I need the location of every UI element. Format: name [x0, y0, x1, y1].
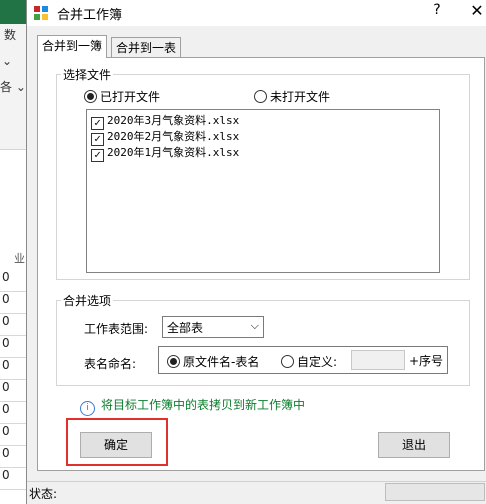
info-text: 将目标工作簿中的表拷贝到新工作簿中 — [101, 398, 306, 412]
radio-label: 自定义: — [297, 355, 338, 369]
range-select[interactable]: 全部表 ⌵ — [162, 316, 264, 338]
file-name: 2020年1月气象资料.xlsx — [107, 146, 240, 159]
radio-selected-icon — [167, 355, 180, 368]
info-line: i 将目标工作簿中的表拷贝到新工作簿中 — [80, 396, 305, 416]
group-legend: 选择文件 — [63, 68, 112, 82]
radio-selected-icon — [84, 90, 97, 103]
file-name: 2020年3月气象资料.xlsx — [107, 114, 240, 127]
radio-open-files[interactable]: 已打开文件 — [84, 88, 160, 105]
chevron-down-icon: ⌵ — [250, 319, 259, 332]
tab-merge-to-workbook[interactable]: 合并到一簿 — [37, 35, 108, 58]
range-label: 工作表范围: — [84, 322, 149, 336]
list-item[interactable]: ✓ 2020年3月气象资料.xlsx — [91, 112, 240, 130]
ok-button[interactable]: 确定 — [80, 432, 152, 458]
tab-panel: 选择文件 已打开文件 未打开文件 ✓ 2020年3月气象资料.xlsx ✓ 2020… — [37, 57, 485, 471]
ribbon-fragment: 数 — [4, 28, 17, 42]
custom-name-input[interactable] — [351, 350, 405, 370]
radio-label: 原文件名-表名 — [183, 355, 260, 369]
radio-custom-name[interactable]: 自定义: — [281, 353, 337, 370]
title-bar: 合并工作簿 ? ✕ — [27, 0, 486, 26]
row-number: 0 — [0, 380, 26, 402]
list-item[interactable]: ✓ 2020年1月气象资料.xlsx — [91, 144, 240, 162]
exit-button[interactable]: 退出 — [378, 432, 450, 458]
list-item[interactable]: ✓ 2020年2月气象资料.xlsx — [91, 128, 240, 146]
checkbox-checked-icon[interactable]: ✓ — [91, 149, 104, 162]
row-number: 0 — [0, 292, 26, 314]
row-number: 0 — [0, 336, 26, 358]
close-button[interactable]: ✕ — [467, 1, 486, 23]
file-name: 2020年2月气象资料.xlsx — [107, 130, 240, 143]
radio-label: 已打开文件 — [100, 90, 161, 104]
naming-label: 表名命名: — [84, 357, 137, 371]
row-number: 0 — [0, 270, 26, 292]
tab-merge-to-sheet[interactable]: 合并到一表 — [111, 37, 182, 57]
ribbon-fragment: 各 ⌄ — [0, 80, 26, 94]
row-number: 0 — [0, 446, 26, 468]
radio-original-name[interactable]: 原文件名-表名 — [167, 353, 259, 370]
radio-label: 未打开文件 — [270, 90, 331, 104]
status-bar: 状态: — [27, 481, 486, 503]
radio-closed-files[interactable]: 未打开文件 — [254, 88, 330, 105]
ribbon-fragment: ⌄ — [2, 54, 13, 68]
info-icon: i — [80, 401, 95, 416]
file-list[interactable]: ✓ 2020年3月气象资料.xlsx ✓ 2020年2月气象资料.xlsx ✓ 202… — [86, 109, 440, 273]
excel-ribbon: 数 ⌄ 各 ⌄ — [0, 24, 26, 150]
group-legend: 合并选项 — [63, 294, 112, 308]
suffix-label: +序号 — [409, 354, 444, 368]
window-title: 合并工作簿 — [57, 8, 123, 23]
row-number: 0 — [0, 468, 26, 490]
help-button[interactable]: ? — [427, 2, 447, 22]
row-number: 0 — [0, 314, 26, 336]
column-header-fragment: 业 — [14, 252, 25, 265]
row-number: 0 — [0, 424, 26, 446]
radio-unselected-icon — [281, 355, 294, 368]
excel-title-strip — [0, 0, 26, 24]
app-icon — [33, 5, 49, 21]
row-number: 0 — [0, 358, 26, 380]
status-label: 状态: — [29, 487, 58, 501]
range-select-value: 全部表 — [167, 321, 204, 335]
merge-workbook-dialog: 合并工作簿 ? ✕ 合并到一簿 合并到一表 选择文件 已打开文件 未打开文件 ✓… — [26, 0, 486, 504]
radio-unselected-icon — [254, 90, 267, 103]
naming-box: 原文件名-表名 自定义: +序号 — [158, 346, 448, 374]
row-number: 0 — [0, 402, 26, 424]
progress-bar — [385, 483, 485, 501]
